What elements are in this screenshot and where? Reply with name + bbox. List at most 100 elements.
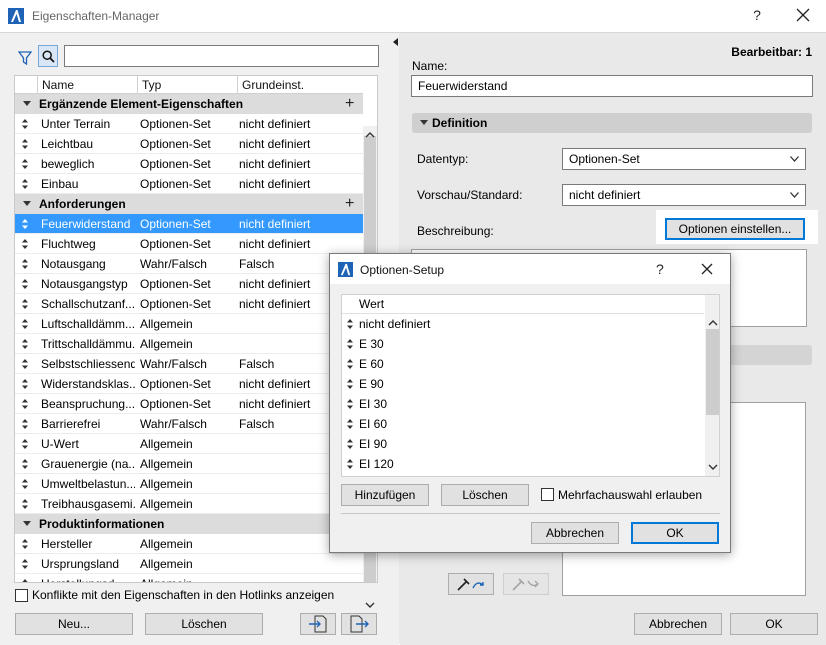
drag-handle-icon[interactable] — [22, 499, 28, 509]
drag-handle-icon[interactable] — [22, 439, 28, 449]
drag-handle-icon[interactable] — [22, 259, 28, 269]
column-name-header[interactable]: Name — [37, 76, 137, 94]
drag-handle-icon[interactable] — [22, 459, 28, 469]
add-property-button[interactable]: + — [345, 94, 354, 114]
drag-handle-icon[interactable] — [347, 379, 353, 389]
close-icon[interactable] — [700, 262, 714, 276]
drag-handle-icon[interactable] — [347, 339, 353, 349]
export-button[interactable] — [341, 613, 377, 635]
tree-row[interactable]: Notausgangstyp Optionen-Set nicht definier… — [15, 274, 363, 294]
drag-handle-icon[interactable] — [22, 239, 28, 249]
tree-group[interactable]: Produktinformationen — [15, 514, 363, 534]
options-button[interactable]: Optionen einstellen... — [665, 218, 805, 240]
list-item[interactable]: E 60 — [342, 354, 704, 374]
drag-handle-icon[interactable] — [22, 359, 28, 369]
list-item[interactable]: EI 120 — [342, 454, 704, 474]
tree-row[interactable]: Grauenergie (na... Allgemein — [15, 454, 363, 474]
delete-button[interactable]: Löschen — [145, 613, 263, 635]
add-property-button[interactable]: + — [345, 194, 354, 214]
cancel-button[interactable]: Abbrechen — [634, 613, 722, 635]
column-type-header[interactable]: Typ — [137, 76, 237, 94]
ok-button[interactable]: OK — [730, 613, 818, 635]
drag-handle-icon[interactable] — [22, 179, 28, 189]
tree-row[interactable]: Barrierefrei Wahr/Falsch Falsch — [15, 414, 363, 434]
collapse-triangle-icon[interactable] — [23, 201, 31, 206]
tree-row[interactable]: Beanspruchung... Optionen-Set nicht defini… — [15, 394, 363, 414]
drag-handle-icon[interactable] — [347, 359, 353, 369]
drag-handle-icon[interactable] — [22, 119, 28, 129]
drag-handle-icon[interactable] — [347, 459, 353, 469]
tree-row[interactable]: Schallschutzanf... Optionen-Set nicht defi… — [15, 294, 363, 314]
tree-row[interactable]: beweglich Optionen-Set nicht definiert — [15, 154, 363, 174]
tree-row[interactable]: Unter Terrain Optionen-Set nicht definiert — [15, 114, 363, 134]
drag-handle-icon[interactable] — [347, 319, 353, 329]
import-button[interactable] — [300, 613, 336, 635]
tree-group[interactable]: Anforderungen + — [15, 194, 363, 214]
drag-handle-icon[interactable] — [22, 299, 28, 309]
tree-row[interactable]: Umweltbelastun... Allgemein — [15, 474, 363, 494]
tree-row[interactable]: Treibhausgasemi... Allgemein — [15, 494, 363, 514]
tree-row[interactable]: Widerstandsklas... Optionen-Set nicht defi… — [15, 374, 363, 394]
collapse-triangle-icon[interactable] — [23, 521, 31, 526]
drag-handle-icon[interactable] — [22, 539, 28, 549]
list-item[interactable]: E 90 — [342, 374, 704, 394]
list-item[interactable]: E 30 — [342, 334, 704, 354]
conflicts-checkbox[interactable] — [15, 589, 28, 602]
list-scrollbar-thumb[interactable] — [706, 329, 719, 415]
list-item[interactable]: EI 60 — [342, 414, 704, 434]
collapse-left-icon[interactable] — [393, 38, 398, 46]
dialog-help-button[interactable]: ? — [656, 261, 664, 277]
help-button[interactable]: ? — [750, 7, 764, 23]
new-button[interactable]: Neu... — [15, 613, 133, 635]
drag-handle-icon[interactable] — [22, 399, 28, 409]
tree-row[interactable]: Einbau Optionen-Set nicht definiert — [15, 174, 363, 194]
drag-handle-icon[interactable] — [22, 379, 28, 389]
drag-handle-icon[interactable] — [22, 479, 28, 489]
search-button[interactable] — [38, 45, 58, 67]
scroll-down-icon[interactable] — [708, 463, 718, 471]
close-icon[interactable] — [794, 6, 812, 24]
definition-section-header[interactable]: Definition — [412, 113, 812, 133]
list-item[interactable]: EI 30 — [342, 394, 704, 414]
tree-row[interactable]: Leichtbau Optionen-Set nicht definiert — [15, 134, 363, 154]
preview-dropdown[interactable]: nicht definiert — [562, 184, 806, 206]
drag-handle-icon[interactable] — [22, 279, 28, 289]
drag-handle-icon[interactable] — [22, 159, 28, 169]
tree-row[interactable]: Fluchtweg Optionen-Set nicht definiert — [15, 234, 363, 254]
pick-parameter-button[interactable] — [448, 573, 494, 595]
delete-value-button[interactable]: Löschen — [441, 484, 529, 506]
tree-row[interactable]: Luftschalldämm... Allgemein — [15, 314, 363, 334]
drag-handle-icon[interactable] — [347, 419, 353, 429]
tree-row[interactable]: U-Wert Allgemein — [15, 434, 363, 454]
multi-select-checkbox[interactable] — [541, 488, 554, 501]
drag-handle-icon[interactable] — [22, 139, 28, 149]
property-tree[interactable]: Name Typ Grundeinst. Ergänzende Element-… — [14, 75, 378, 583]
search-input[interactable] — [64, 45, 379, 67]
dialog-ok-button[interactable]: OK — [631, 522, 719, 544]
tree-row[interactable]: Ursprungsland Allgemein — [15, 554, 363, 574]
tree-row[interactable]: Notausgang Wahr/Falsch Falsch — [15, 254, 363, 274]
drag-handle-icon[interactable] — [22, 419, 28, 429]
column-default-header[interactable]: Grundeinst. — [237, 76, 337, 94]
tree-row[interactable]: Herstellungsd... Allgemein — [15, 574, 363, 583]
tree-row[interactable]: Hersteller Allgemein — [15, 534, 363, 554]
drag-handle-icon[interactable] — [22, 219, 28, 229]
name-field[interactable]: Feuerwiderstand — [411, 75, 813, 97]
drag-handle-icon[interactable] — [22, 559, 28, 569]
tree-group[interactable]: Ergänzende Element-Eigenschaften + — [15, 94, 363, 114]
drag-handle-icon[interactable] — [347, 439, 353, 449]
scroll-up-icon[interactable] — [708, 319, 718, 327]
tree-row[interactable]: Selbstschliessend Wahr/Falsch Falsch — [15, 354, 363, 374]
drag-handle-icon[interactable] — [22, 339, 28, 349]
drag-handle-icon[interactable] — [347, 399, 353, 409]
inject-parameter-button[interactable] — [503, 573, 549, 595]
tree-row[interactable]: Trittschalldämmu... Allgemein — [15, 334, 363, 354]
datatype-dropdown[interactable]: Optionen-Set — [562, 148, 806, 170]
dialog-cancel-button[interactable]: Abbrechen — [531, 522, 619, 544]
drag-handle-icon[interactable] — [22, 319, 28, 329]
scroll-up-icon[interactable] — [365, 131, 375, 139]
options-value-list[interactable]: Wert nicht definiert E 30 E 60 E 90 EI 30 EI … — [341, 294, 720, 477]
drag-handle-icon[interactable] — [22, 579, 28, 583]
list-item[interactable]: EI 90 — [342, 434, 704, 454]
filter-icon[interactable] — [18, 51, 32, 65]
